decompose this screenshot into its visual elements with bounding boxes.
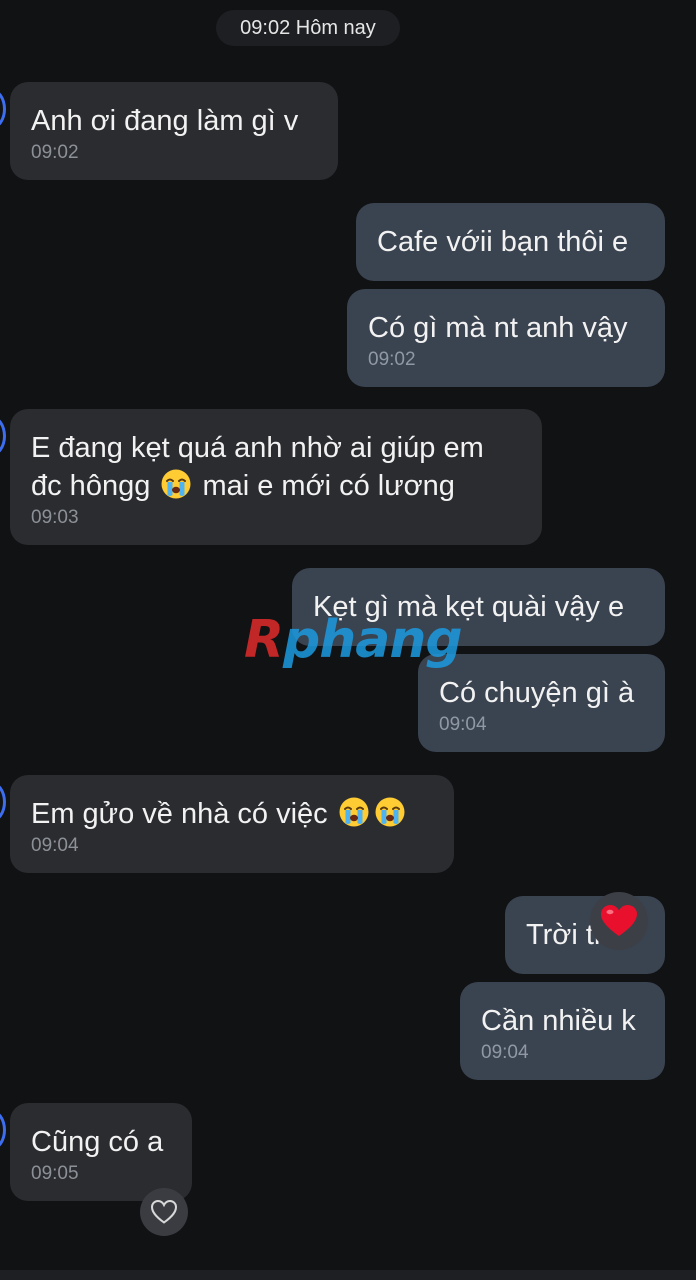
message-bubble-incoming[interactable]: Em gửo về nhà có việc 09:04: [10, 775, 454, 873]
bottom-bar-edge: [0, 1270, 696, 1280]
avatar[interactable]: [0, 89, 6, 129]
message-text: Em gửo về nhà có việc: [31, 798, 328, 830]
crying-face-icon: [374, 796, 406, 828]
message-text: Có chuyện gì à: [439, 677, 635, 709]
message-bubble-incoming[interactable]: Anh ơi đang làm gì v 09:02: [10, 82, 338, 180]
date-separator: 09:02 Hôm nay: [216, 10, 400, 46]
message-text-part: đc hôngg: [31, 470, 151, 502]
message-text: Cafe vớii bạn thôi e: [377, 226, 629, 258]
message-text: Cần nhiều k: [481, 1005, 636, 1037]
crying-face-icon: [338, 796, 370, 828]
avatar[interactable]: [0, 782, 6, 822]
message-text-line-2: đc hôngg mai e mới có lương: [31, 467, 521, 505]
message-timestamp: 09:04: [439, 714, 487, 735]
message-text: Anh ơi đang làm gì v: [31, 105, 299, 137]
reaction-badge[interactable]: [590, 892, 648, 950]
watermark-logo: Rphang: [244, 610, 463, 670]
message-text-line-1: E đang kẹt quá anh nhờ ai giúp em: [31, 432, 484, 464]
message-bubble-incoming[interactable]: Cũng có a 09:05: [10, 1103, 192, 1201]
heart-outline-icon: [150, 1199, 178, 1224]
crying-face-icon: [160, 468, 192, 500]
message-bubble-incoming[interactable]: E đang kẹt quá anh nhờ ai giúp em đc hôn…: [10, 409, 542, 545]
message-bubble-outgoing[interactable]: Có gì mà nt anh vậy 09:02: [347, 289, 665, 387]
message-timestamp: 09:03: [31, 507, 79, 528]
message-bubble-outgoing[interactable]: Cafe vớii bạn thôi e: [356, 203, 665, 281]
chat-screen: 09:02 Hôm nay Anh ơi đang làm gì v 09:02…: [0, 0, 696, 1280]
message-text: Có gì mà nt anh vậy: [368, 312, 628, 344]
react-button[interactable]: [140, 1188, 188, 1236]
message-text-part: mai e mới có lương: [202, 470, 455, 502]
avatar[interactable]: [0, 416, 6, 456]
message-text-line: Em gửo về nhà có việc: [31, 795, 433, 833]
avatar[interactable]: [0, 1110, 6, 1150]
message-timestamp: 09:04: [31, 835, 79, 856]
message-timestamp: 09:02: [31, 142, 79, 163]
message-bubble-outgoing[interactable]: Cần nhiều k 09:04: [460, 982, 665, 1080]
red-heart-icon: [601, 905, 637, 936]
message-timestamp: 09:04: [481, 1042, 529, 1063]
message-text: Cũng có a: [31, 1126, 164, 1158]
message-timestamp: 09:05: [31, 1163, 79, 1184]
message-timestamp: 09:02: [368, 349, 416, 370]
